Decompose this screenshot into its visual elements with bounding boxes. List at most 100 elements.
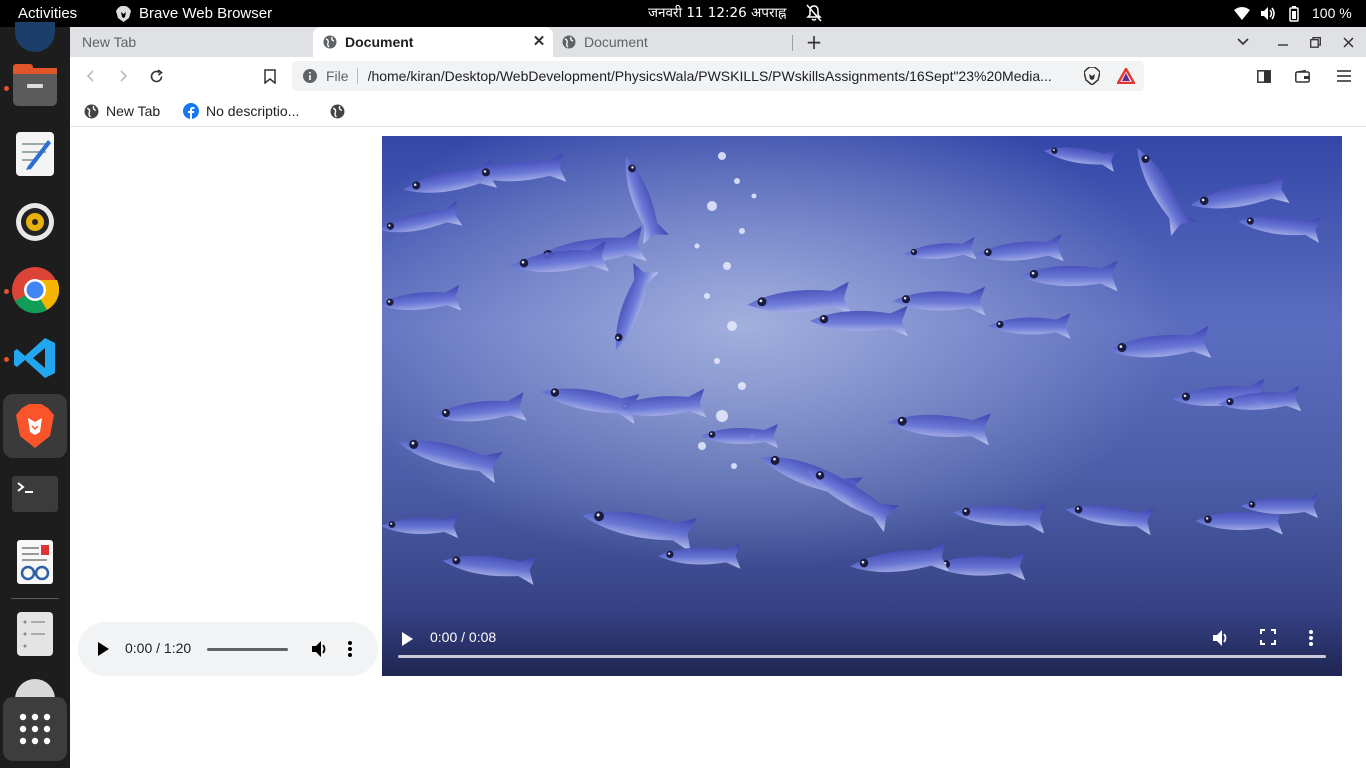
fish-shape	[1238, 216, 1322, 243]
bookmark-label: No descriptio...	[206, 103, 300, 119]
fish-shape	[432, 392, 527, 422]
sidebar-icon[interactable]	[1254, 66, 1274, 86]
brave-icon[interactable]	[3, 394, 67, 458]
fish-shape	[952, 504, 1047, 534]
fish-shape	[975, 233, 1064, 261]
fish-shape	[903, 236, 977, 260]
vscode-icon[interactable]	[3, 326, 67, 390]
close-tab-icon[interactable]: ✕	[531, 34, 547, 50]
facebook-icon	[183, 103, 199, 119]
dock	[0, 22, 70, 768]
tab-document[interactable]: Document	[553, 27, 793, 57]
wallet-icon[interactable]	[1292, 66, 1312, 86]
fish-shape	[850, 541, 949, 573]
fish-shape	[932, 551, 1026, 581]
more-options-icon[interactable]	[1309, 629, 1313, 647]
chrome-icon[interactable]	[3, 258, 67, 322]
fish-shape	[988, 313, 1071, 339]
bookmark-label: New Tab	[106, 103, 161, 119]
bookmark-icon[interactable]	[260, 66, 280, 86]
browser-window: New Tab Document ✕ Document + File /home…	[70, 27, 1366, 768]
fish-shape	[398, 439, 503, 484]
close-window-icon[interactable]	[1338, 32, 1358, 52]
system-indicators[interactable]: 100 %	[1234, 0, 1352, 27]
app-name-label: Brave Web Browser	[139, 5, 273, 22]
app-menu[interactable]: Brave Web Browser	[116, 0, 272, 27]
tab-title: Document	[584, 34, 648, 50]
audio-seek-slider[interactable]	[207, 648, 288, 651]
url-text[interactable]: /home/kiran/Desktop/WebDevelopment/Physi…	[368, 68, 1070, 84]
audio-time-label: 0:00 / 1:20	[125, 640, 192, 656]
rhythmbox-icon[interactable]	[3, 190, 67, 254]
more-options-icon[interactable]	[348, 640, 352, 658]
clock[interactable]: जनवरी 11 12:26 अपराह्न	[648, 0, 786, 27]
bookmark-new-tab[interactable]: New Tab	[84, 101, 160, 121]
url-scheme-label: File	[326, 68, 349, 84]
fish-layer	[382, 147, 1322, 585]
fish-shape	[382, 200, 463, 233]
address-bar[interactable]: File /home/kiran/Desktop/WebDevelopment/…	[292, 61, 1144, 91]
brave-lion-icon	[116, 5, 131, 22]
video-player[interactable]: 0:00 / 0:08	[382, 136, 1342, 676]
fish-shape	[540, 388, 640, 424]
globe-icon	[84, 104, 99, 118]
document-viewer-icon[interactable]	[3, 530, 67, 594]
globe-icon	[562, 35, 576, 49]
video-controls: 0:00 / 0:08	[382, 612, 1342, 676]
fish-shape	[1137, 148, 1197, 236]
bookmark-untitled[interactable]	[330, 101, 345, 121]
fullscreen-icon[interactable]	[1260, 629, 1276, 645]
volume-icon	[1261, 7, 1275, 20]
fish-shape	[582, 511, 698, 553]
files-icon[interactable]	[3, 54, 67, 118]
fish-shape	[403, 159, 498, 193]
fish-shape	[382, 284, 462, 311]
tab-new-tab[interactable]: New Tab	[70, 27, 313, 57]
battery-percent: 100 %	[1312, 5, 1352, 21]
tab-separator	[792, 35, 793, 51]
fish-shape	[887, 413, 991, 446]
brave-shields-icon[interactable]	[1082, 66, 1102, 86]
fish-shape	[442, 555, 537, 585]
fish-shape	[625, 157, 669, 244]
video-time-label: 0:00 / 0:08	[430, 629, 497, 645]
tab-document-active[interactable]: Document ✕	[313, 27, 553, 57]
terminal-icon[interactable]	[3, 462, 67, 526]
info-icon[interactable]	[302, 68, 318, 84]
audio-player: 0:00 / 1:20	[78, 622, 378, 676]
minimize-window-icon[interactable]	[1273, 32, 1293, 52]
globe-icon	[330, 104, 345, 118]
tab-title: New Tab	[82, 34, 137, 50]
back-icon[interactable]	[81, 66, 101, 86]
volume-icon[interactable]	[311, 640, 329, 658]
play-icon[interactable]	[400, 631, 414, 647]
fish-shape	[1019, 260, 1118, 292]
video-seek-slider[interactable]	[398, 655, 1326, 658]
brave-rewards-icon[interactable]	[1116, 66, 1136, 86]
text-editor-icon[interactable]	[3, 122, 67, 186]
tab-strip: New Tab Document ✕ Document +	[70, 27, 1366, 57]
tab-search-icon[interactable]	[1233, 32, 1253, 52]
volume-icon[interactable]	[1212, 629, 1230, 647]
menu-icon[interactable]	[1334, 66, 1354, 86]
fish-shape	[1065, 505, 1155, 536]
app-grid-icon[interactable]	[3, 697, 67, 761]
battery-icon	[1289, 5, 1299, 22]
new-tab-button[interactable]: +	[804, 30, 824, 54]
restore-window-icon[interactable]	[1305, 32, 1325, 52]
reload-icon[interactable]	[146, 66, 166, 86]
disks-icon[interactable]	[3, 602, 67, 666]
bookmark-facebook[interactable]: No descriptio...	[183, 101, 299, 121]
omnibox-divider	[356, 68, 358, 84]
system-top-bar: Activities Brave Web Browser जनवरी 11 12…	[0, 0, 1366, 27]
dock-separator	[11, 598, 59, 599]
fish-shape	[892, 286, 986, 316]
fish-shape	[382, 514, 458, 538]
bookmarks-bar: New Tab No descriptio...	[70, 95, 1366, 127]
play-icon[interactable]	[96, 641, 110, 657]
page-content: 0:00 / 1:20 0:00 / 0:08	[70, 128, 1366, 768]
fish-shape	[614, 263, 659, 350]
forward-icon[interactable]	[113, 66, 133, 86]
fish-shape	[1190, 173, 1290, 209]
fish-shape	[700, 424, 778, 448]
